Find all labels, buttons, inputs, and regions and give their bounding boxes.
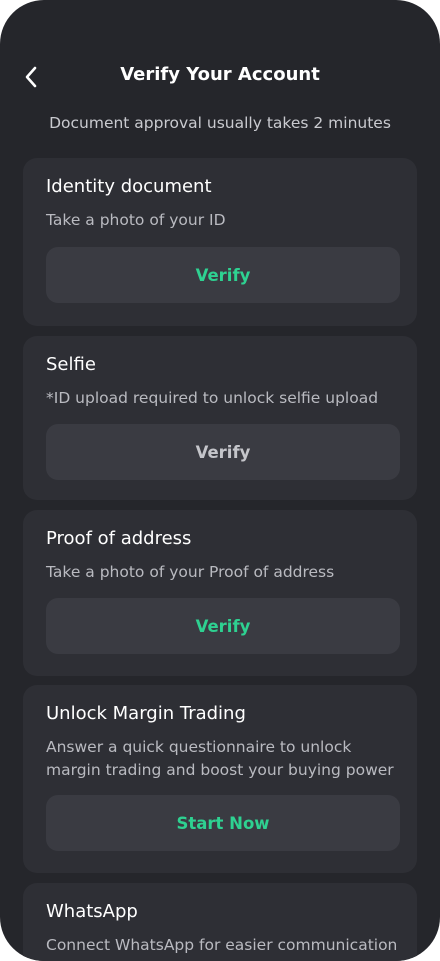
proof-of-address-card: Proof of address Take a photo of your Pr… — [23, 510, 417, 676]
whatsapp-card[interactable]: WhatsApp Connect WhatsApp for easier com… — [23, 883, 417, 961]
card-title: Proof of address — [46, 528, 192, 549]
verify-address-button[interactable]: Verify — [46, 598, 400, 654]
header: Verify Your Account — [0, 50, 440, 102]
margin-trading-card: Unlock Margin Trading Answer a quick que… — [23, 685, 417, 873]
selfie-card: Selfie *ID upload required to unlock sel… — [23, 336, 417, 500]
card-description: *ID upload required to unlock selfie upl… — [46, 389, 379, 407]
card-title: Identity document — [46, 176, 212, 197]
start-now-button[interactable]: Start Now — [46, 795, 400, 851]
page-title: Verify Your Account — [120, 64, 320, 85]
phone-screen: Verify Your Account Document approval us… — [0, 0, 440, 961]
verify-selfie-button[interactable]: Verify — [46, 424, 400, 480]
card-description: Answer a quick questionnaire to unlock m… — [46, 738, 394, 779]
card-description: Take a photo of your ID — [46, 211, 226, 229]
verify-identity-button[interactable]: Verify — [46, 247, 400, 303]
card-description: Take a photo of your Proof of address — [46, 563, 335, 581]
approval-time-note: Document approval usually takes 2 minute… — [49, 114, 391, 132]
identity-document-card: Identity document Take a photo of your I… — [23, 158, 417, 326]
card-title: Selfie — [46, 354, 96, 375]
card-title: WhatsApp — [46, 901, 138, 922]
card-title: Unlock Margin Trading — [46, 703, 246, 724]
card-description: Connect WhatsApp for easier communicatio… — [46, 936, 398, 954]
